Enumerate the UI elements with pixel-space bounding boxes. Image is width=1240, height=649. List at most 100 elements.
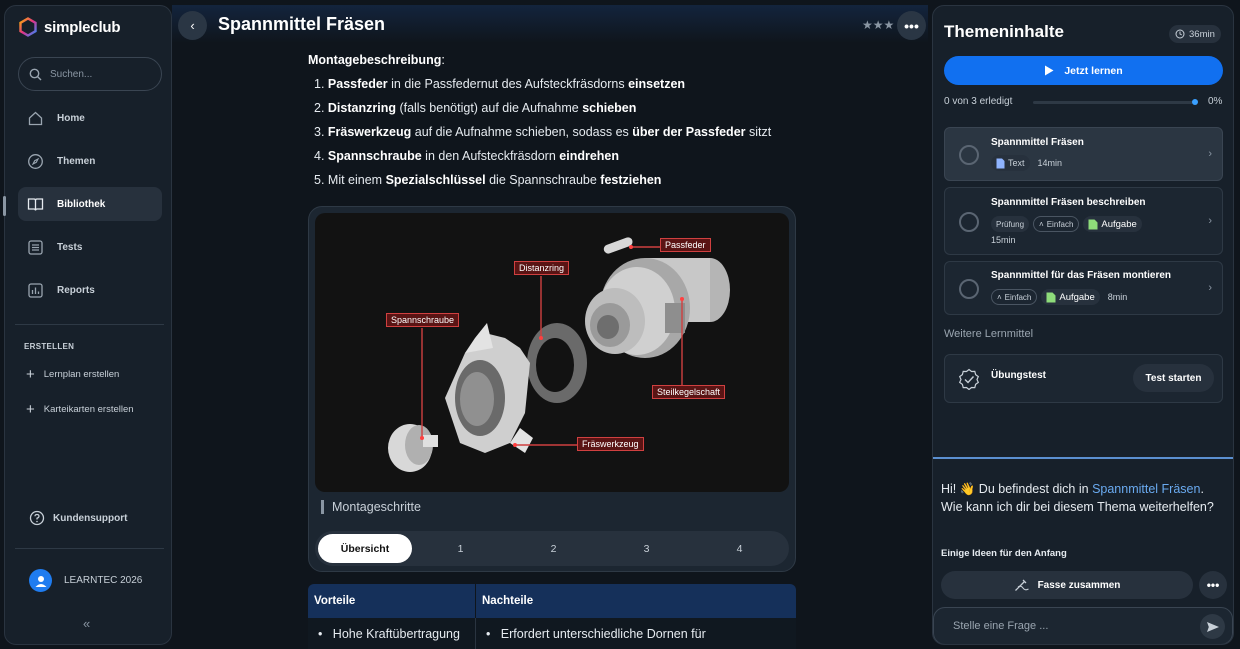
- exploded-view-illustration[interactable]: Passfeder Distanzring Spannschraube Stei…: [315, 213, 789, 492]
- search-input[interactable]: [50, 68, 150, 80]
- tab-step-1[interactable]: 1: [414, 534, 507, 563]
- list-item: 2. Distanzring (falls benötigt) auf die …: [314, 101, 637, 115]
- star-icon: ★: [872, 18, 884, 32]
- lesson-duration: 15min: [991, 235, 1016, 245]
- logo[interactable]: simpleclub: [18, 17, 121, 37]
- nav-bibliothek-label: Bibliothek: [57, 198, 106, 210]
- difficulty-chip: ˄ Einfach: [991, 289, 1038, 305]
- create-section-label: ERSTELLEN: [24, 342, 75, 351]
- sidebar-divider: [15, 324, 164, 325]
- nav-tests[interactable]: Tests: [18, 230, 162, 264]
- milling-cutter-shape: [445, 323, 533, 453]
- more-options-button[interactable]: •••: [897, 11, 926, 40]
- send-button[interactable]: [1200, 614, 1225, 639]
- callout-spannschraube: Spannschraube: [386, 313, 460, 327]
- user-name: LEARNTEC 2026: [64, 575, 143, 586]
- lesson-item[interactable]: Spannmittel Fräsen beschreiben Prüfung ˄…: [944, 187, 1223, 255]
- lesson-item[interactable]: Spannmittel für das Fräsen montieren ˄ Ei…: [944, 261, 1223, 315]
- type-chip: Text: [991, 155, 1030, 171]
- table-cell: • Erfordert unterschiedliche Dornen für: [486, 627, 706, 641]
- progress-indicator: [1192, 99, 1198, 105]
- summarize-button[interactable]: Fasse zusammen: [941, 571, 1193, 599]
- completion-radio[interactable]: [959, 279, 979, 299]
- chevron-right-icon: ›: [1208, 148, 1212, 160]
- lesson-meta: Text 14min: [991, 155, 1062, 171]
- chevron-up-icon: ˄: [997, 292, 1002, 302]
- table-row: • Hohe Kraftübertragung • Erfordert unte…: [308, 618, 796, 649]
- completion-radio[interactable]: [959, 212, 979, 232]
- task-icon: [1088, 219, 1098, 229]
- nav-reports-label: Reports: [57, 284, 95, 296]
- list-item: 1. Passfeder in die Passfedernut des Auf…: [314, 77, 686, 91]
- progress-text: 0 von 3 erledigt: [944, 96, 1013, 107]
- tool-assembly-drawing: [388, 237, 730, 472]
- search-box[interactable]: [18, 57, 162, 91]
- more-icon: •••: [904, 17, 919, 34]
- create-learning-plan[interactable]: + Lernplan erstellen: [26, 367, 119, 382]
- plus-icon: +: [26, 366, 35, 383]
- chat-divider: [933, 457, 1233, 459]
- lesson-duration: 14min: [1037, 158, 1063, 168]
- lesson-title: Spannmittel Fräsen: [991, 137, 1084, 148]
- lesson-duration: 8min: [1107, 292, 1128, 302]
- badge-check-icon: [958, 368, 980, 390]
- tab-overview[interactable]: Übersicht: [318, 534, 412, 563]
- start-learning-button[interactable]: Jetzt lernen: [944, 56, 1223, 85]
- chat-input-box[interactable]: [933, 607, 1233, 644]
- nav-home[interactable]: Home: [18, 101, 162, 135]
- completion-radio[interactable]: [959, 145, 979, 165]
- practice-test-card[interactable]: Übungstest Test starten: [944, 354, 1223, 403]
- document-icon: [996, 158, 1005, 168]
- list-icon: [26, 238, 44, 256]
- tab-step-4[interactable]: 4: [693, 534, 786, 563]
- nav-home-label: Home: [57, 112, 85, 124]
- brand-name: simpleclub: [44, 18, 121, 36]
- chevron-up-icon: ˄: [1039, 219, 1044, 229]
- summarize-label: Fasse zusammen: [1037, 579, 1121, 591]
- create-flashcards-label: Karteikarten erstellen: [43, 404, 134, 415]
- duration-badge: 36min: [1169, 25, 1221, 43]
- progress-bar: [1033, 101, 1195, 104]
- tab-step-2[interactable]: 2: [507, 534, 600, 563]
- user-profile[interactable]: LEARNTEC 2026: [29, 569, 142, 592]
- list-item: 5. Mit einem Spezialschlüssel die Spanns…: [314, 173, 662, 187]
- step-tabs: Übersicht 1 2 3 4: [315, 531, 789, 566]
- nav-themen[interactable]: Themen: [18, 144, 162, 178]
- nav-bibliothek[interactable]: Bibliothek: [18, 187, 162, 221]
- book-icon: [26, 195, 44, 213]
- back-button[interactable]: ‹: [178, 11, 207, 40]
- tab-step-3[interactable]: 3: [600, 534, 693, 563]
- help-icon: [29, 510, 45, 526]
- page-title: Spannmittel Fräsen: [218, 14, 386, 34]
- nav-reports[interactable]: Reports: [18, 273, 162, 307]
- task-icon: [1046, 292, 1056, 302]
- star-icon: ★: [883, 18, 895, 32]
- panel-title: Themeninhalte: [944, 22, 1064, 41]
- more-ideas-button[interactable]: •••: [1199, 571, 1227, 599]
- clamp-screw-shape: [388, 424, 438, 472]
- create-flashcards[interactable]: + Karteikarten erstellen: [26, 402, 134, 417]
- chart-icon: [26, 281, 44, 299]
- plus-icon: +: [26, 401, 35, 418]
- figure-caption-text: Montageschritte: [332, 500, 421, 514]
- rating-stars[interactable]: ★ ★ ★: [862, 18, 894, 32]
- support-link[interactable]: Kundensupport: [29, 510, 127, 526]
- chat-input[interactable]: [953, 620, 1183, 632]
- start-test-button[interactable]: Test starten: [1133, 364, 1214, 392]
- topic-link[interactable]: Spannmittel Fräsen: [1092, 482, 1200, 496]
- chat-message: Hi! 👋 Du befindest dich in Spannmittel F…: [941, 482, 1214, 514]
- lesson-meta: ˄ Einfach Aufgabe 8min: [991, 289, 1127, 305]
- home-icon: [26, 109, 44, 127]
- caption-bar: [321, 500, 324, 514]
- sidebar: simpleclub Home Themen Bibliothek Tests …: [3, 5, 172, 645]
- figure-caption: Montageschritte: [321, 500, 421, 514]
- app-root: simpleclub Home Themen Bibliothek Tests …: [0, 0, 1240, 649]
- lesson-title: Spannmittel für das Fräsen montieren: [991, 270, 1172, 281]
- send-icon: [1206, 621, 1219, 632]
- assembly-steps: 1. Passfeder in die Passfedernut des Auf…: [314, 75, 771, 195]
- lesson-title: Spannmittel Fräsen beschreiben: [991, 197, 1146, 208]
- difficulty-chip: ˄ Einfach: [1033, 216, 1080, 232]
- collapse-sidebar-icon[interactable]: «: [83, 616, 90, 631]
- list-item: 4. Spannschraube in den Aufsteckfräsdorn…: [314, 149, 620, 163]
- lesson-item[interactable]: Spannmittel Fräsen Text 14min ›: [944, 127, 1223, 181]
